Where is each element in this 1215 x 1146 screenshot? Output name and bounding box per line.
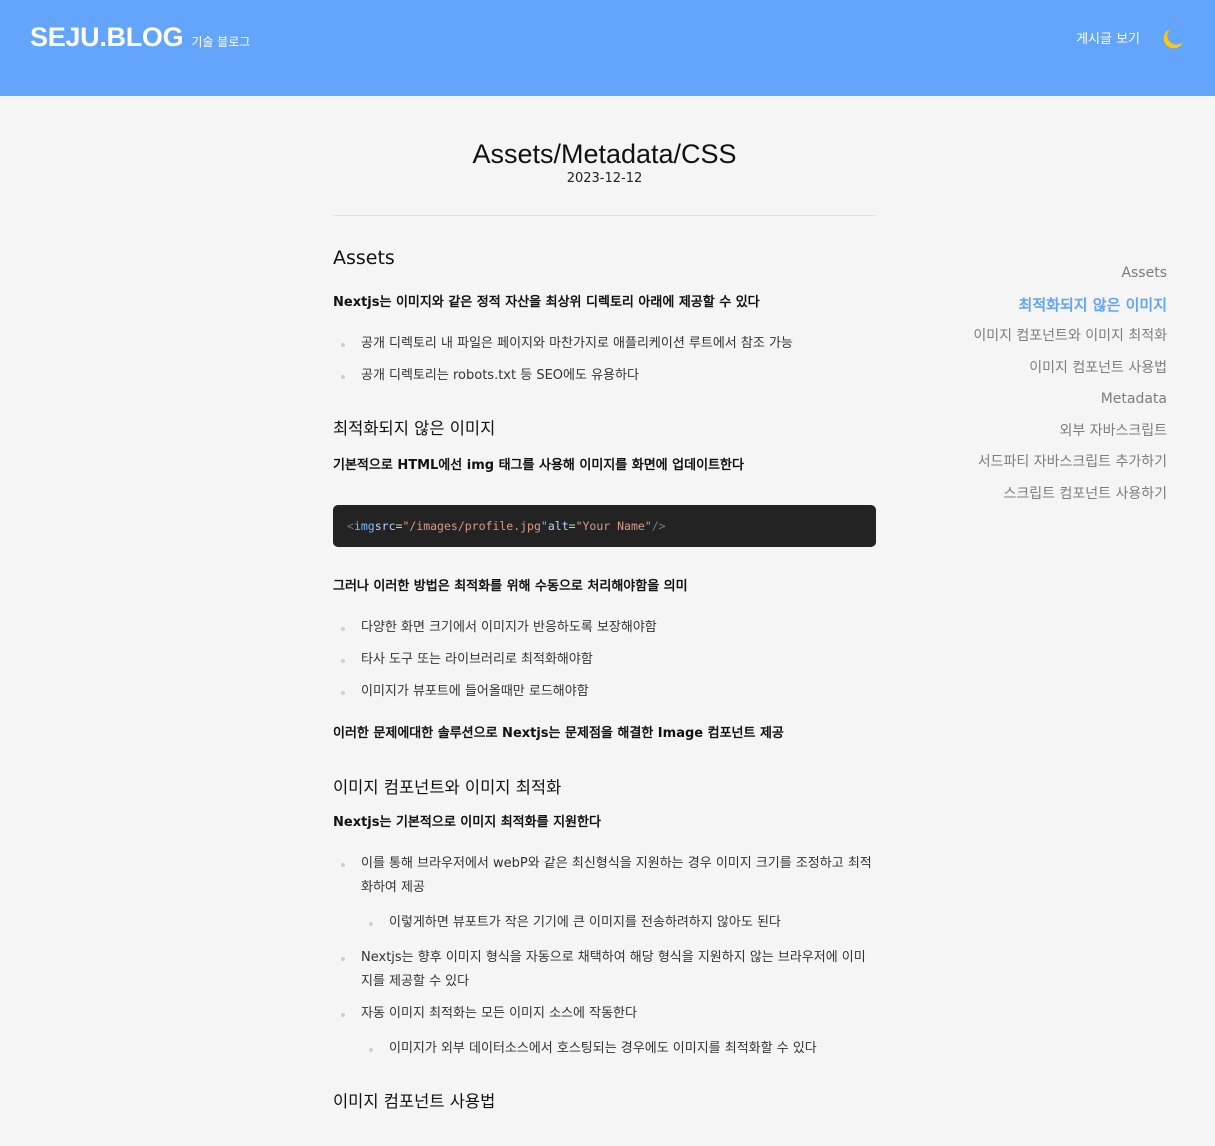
post-article: Assets/Metadata/CSS 2023-12-12 Assets Ne… — [333, 96, 876, 1113]
toc-item-image-component-usage[interactable]: 이미지 컴포넌트 사용법 — [907, 353, 1167, 385]
assets-list: 공개 디렉토리 내 파일은 페이지와 마찬가지로 애플리케이션 루트에서 참조 … — [333, 332, 876, 388]
code-token: src — [374, 519, 396, 533]
post-title: Assets/Metadata/CSS — [472, 139, 737, 169]
table-of-contents: Assets 최적화되지 않은 이미지 이미지 컴포넌트와 이미지 최적화 이미… — [907, 258, 1167, 510]
unoptimized-list: 다양한 화면 크기에서 이미지가 반응하도록 보장해야함 타사 도구 또는 라이… — [333, 616, 876, 704]
section-heading-usage: 이미지 컴포넌트 사용법 — [333, 1092, 496, 1111]
list-item-nested: 이렇게하면 뷰포트가 작은 기기에 큰 이미지를 전송하려하지 않아도 된다 — [333, 911, 876, 935]
post-date: 2023-12-12 — [566, 171, 643, 186]
list-item: 타사 도구 또는 라이브러리로 최적화해야함 — [333, 648, 876, 672]
unoptimized-para: 그러나 이러한 방법은 최적화를 위해 수동으로 처리해야함을 의미 — [333, 579, 688, 594]
toc-item-script-component[interactable]: 스크립트 컴포넌트 사용하기 — [907, 479, 1167, 511]
toc-item-metadata[interactable]: Metadata — [907, 384, 1167, 416]
section-heading-image-component: 이미지 컴포넌트와 이미지 최적화 — [333, 778, 562, 797]
image-component-list: 이를 통해 브라우저에서 webP와 같은 최신형식을 지원하는 경우 이미지 … — [333, 852, 876, 1061]
list-item-nested: 이미지가 외부 데이터소스에서 호스팅되는 경우에도 이미지를 최적화할 수 있… — [333, 1037, 876, 1061]
list-item: Nextjs는 향후 이미지 형식을 자동으로 채택하여 해당 형식을 지원하지… — [333, 946, 876, 994]
title-divider — [333, 215, 876, 216]
list-item: 자동 이미지 최적화는 모든 이미지 소스에 작동한다 — [333, 1002, 876, 1026]
section-heading-assets: Assets — [333, 247, 395, 269]
code-token: "/images/profile.jpg" — [402, 519, 548, 533]
view-posts-link[interactable]: 게시글 보기 — [1076, 28, 1140, 47]
assets-intro: Nextjs는 이미지와 같은 정적 자산을 최상위 디렉토리 아래에 제공할 … — [333, 295, 760, 310]
unoptimized-solution: 이러한 문제에대한 솔루션으로 Nextjs는 문제점을 해결한 Image 컴… — [333, 726, 784, 741]
toc-item-third-party-javascript[interactable]: 서드파티 자바스크립트 추가하기 — [907, 447, 1167, 479]
site-header: SEJU.BLOG 기술 블로그 게시글 보기 — [0, 0, 1215, 96]
image-component-intro: Nextjs는 기본적으로 이미지 최적화를 지원한다 — [333, 815, 601, 830]
brand-subtitle: 기술 블로그 — [191, 35, 251, 49]
code-token: < — [347, 519, 354, 533]
toc-item-assets[interactable]: Assets — [907, 258, 1167, 290]
code-token: alt — [547, 519, 569, 533]
code-token: "Your Name" — [575, 519, 652, 533]
unoptimized-intro: 기본적으로 HTML에선 img 태그를 사용해 이미지를 화면에 업데이트한다 — [333, 458, 744, 473]
brand[interactable]: SEJU.BLOG 기술 블로그 — [30, 22, 250, 53]
list-item: 이미지가 뷰포트에 들어올때만 로드해야함 — [333, 680, 876, 704]
code-token: /> — [651, 519, 666, 533]
list-item: 다양한 화면 크기에서 이미지가 반응하도록 보장해야함 — [333, 616, 876, 640]
theme-toggle-button[interactable] — [1160, 26, 1186, 52]
list-item: 공개 디렉토리 내 파일은 페이지와 마찬가지로 애플리케이션 루트에서 참조 … — [333, 332, 876, 356]
moon-icon — [1163, 29, 1183, 49]
code-block[interactable]: < img src = "/images/profile.jpg" alt = "Your… — [333, 505, 876, 547]
brand-name[interactable]: SEJU.BLOG — [30, 22, 184, 53]
toc-item-image-component-optimization[interactable]: 이미지 컴포넌트와 이미지 최적화 — [907, 321, 1167, 353]
code-token: img — [353, 519, 375, 533]
list-item: 공개 디렉토리는 robots.txt 등 SEO에도 유용하다 — [333, 364, 876, 388]
toc-item-unoptimized-image[interactable]: 최적화되지 않은 이미지 — [907, 290, 1167, 322]
list-item: 이를 통해 브라우저에서 webP와 같은 최신형식을 지원하는 경우 이미지 … — [333, 852, 876, 900]
toc-item-external-javascript[interactable]: 외부 자바스크립트 — [907, 416, 1168, 448]
section-heading-unoptimized: 최적화되지 않은 이미지 — [333, 419, 496, 438]
